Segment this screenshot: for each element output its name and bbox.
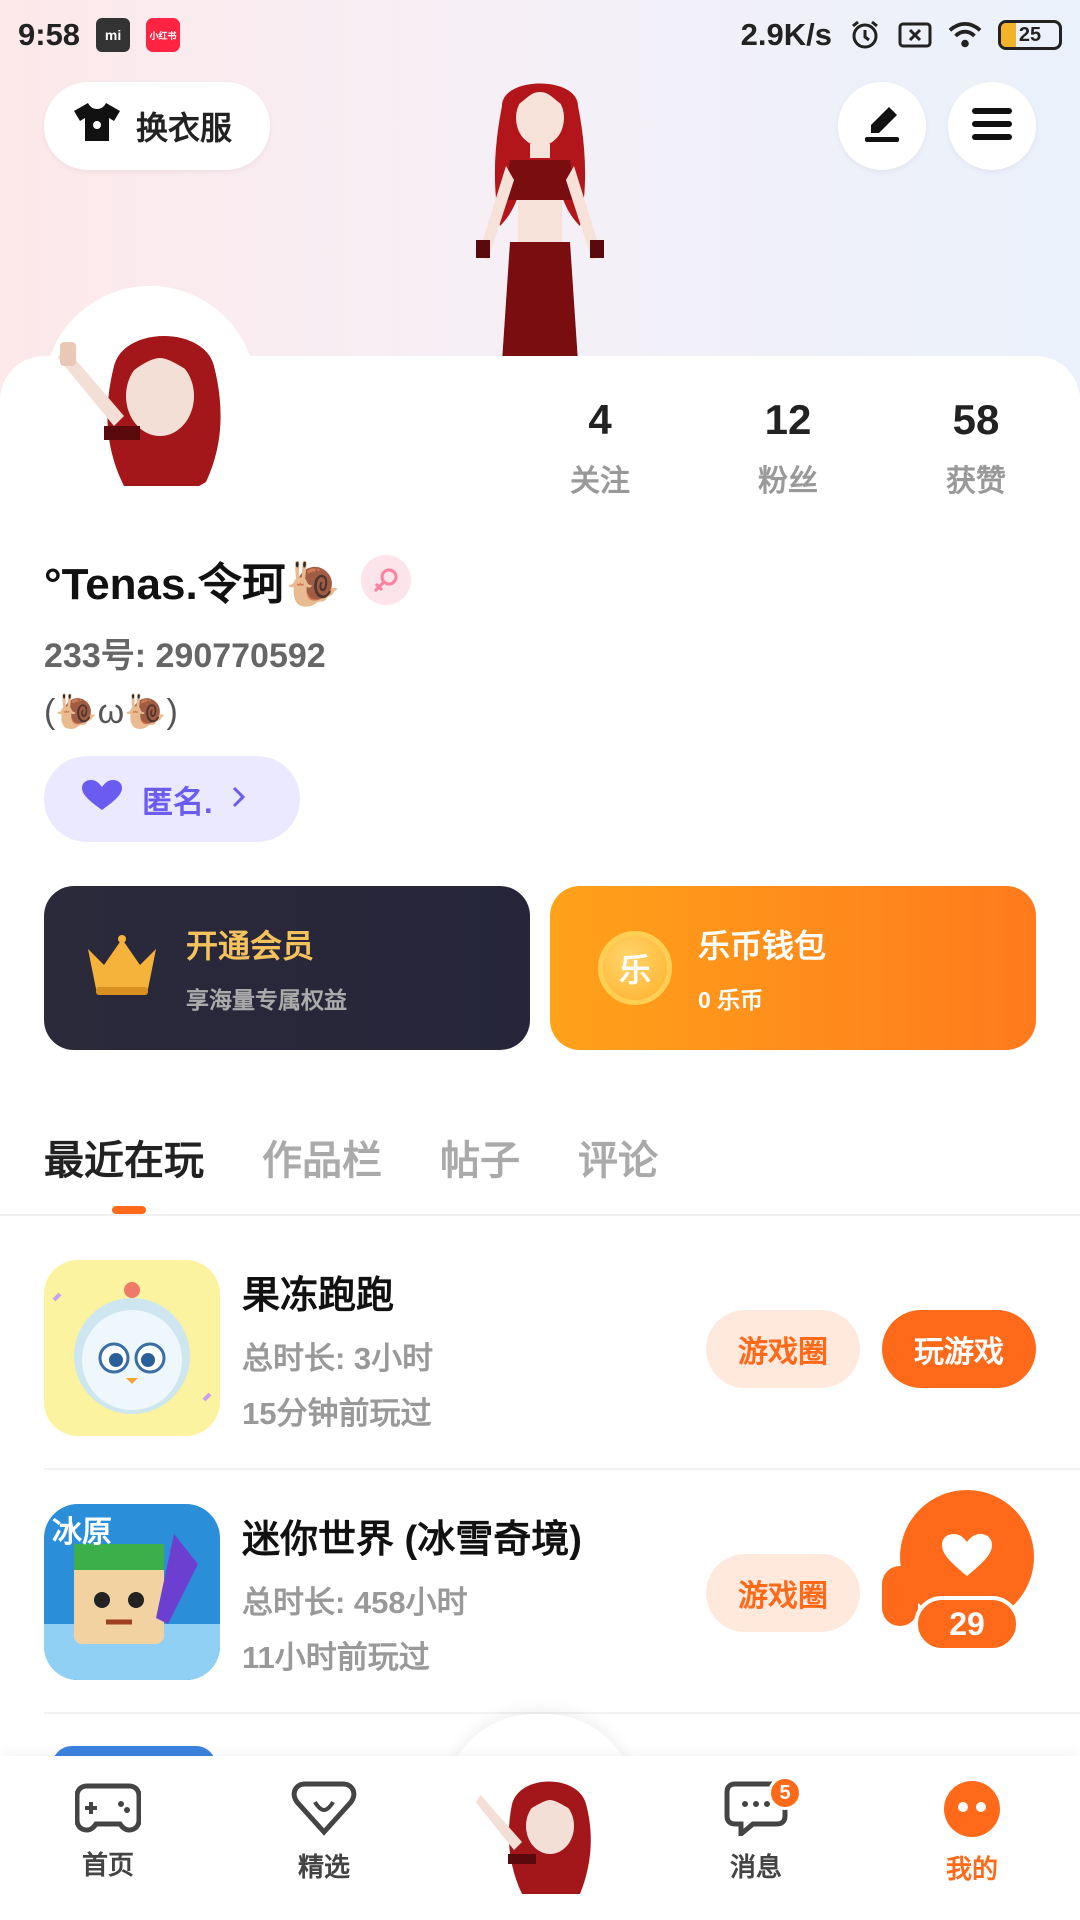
avatar-character[interactable] <box>440 66 640 362</box>
profile-tabs: 最近在玩 作品栏 帖子 评论 <box>44 1128 658 1186</box>
tshirt-icon <box>72 101 122 151</box>
signature: (🐌ω🐌) <box>44 693 178 731</box>
tab-works[interactable]: 作品栏 <box>262 1128 382 1186</box>
likes-stat[interactable]: 58 获赞 <box>896 396 1056 500</box>
heart-icon <box>80 778 124 820</box>
wallet-card[interactable]: 乐 乐币钱包 0 乐币 <box>550 886 1036 1050</box>
nav-me[interactable]: 我的 <box>912 1780 1032 1886</box>
followers-count: 12 <box>764 396 812 443</box>
active-tab-indicator <box>112 1206 146 1214</box>
vip-title: 开通会员 <box>186 928 315 964</box>
pen-icon <box>859 101 905 152</box>
row-divider <box>44 1712 1080 1714</box>
hamburger-icon <box>971 106 1013 147</box>
profile-name: °Tenas.令珂🐌 <box>44 560 341 609</box>
game-last-played: 15分钟前玩过 <box>242 1395 432 1431</box>
sim-off-icon <box>898 20 932 50</box>
xiaohongshu-app-icon: 小红书 <box>146 18 181 52</box>
chevron-right-icon <box>231 781 247 817</box>
nav-messages[interactable]: 5 消息 <box>696 1776 816 1884</box>
game-circle-button[interactable]: 游戏圈 <box>706 1310 860 1388</box>
following-label: 关注 <box>570 465 630 498</box>
following-stat[interactable]: 4 关注 <box>520 396 680 500</box>
play-game-button[interactable]: 玩游戏 <box>882 1310 1036 1388</box>
wallet-title: 乐币钱包 <box>698 928 827 964</box>
game-duration: 总时长: 458小时 <box>242 1584 468 1620</box>
tab-recent-played[interactable]: 最近在玩 <box>44 1128 204 1186</box>
vip-membership-card[interactable]: 开通会员 享海量专属权益 <box>44 886 530 1050</box>
mi-app-icon: mi <box>96 18 131 52</box>
user-id: 233号: 290770592 <box>44 637 326 675</box>
anonymous-tag-label: 匿名. <box>142 784 213 820</box>
nav-featured-label: 精选 <box>297 1852 350 1882</box>
wifi-icon <box>948 20 982 50</box>
game-title: 果冻跑跑 <box>242 1274 395 1317</box>
tab-comments[interactable]: 评论 <box>578 1128 658 1186</box>
followers-stat[interactable]: 12 粉丝 <box>708 396 868 500</box>
like-float-button[interactable]: 29 <box>882 1490 1038 1660</box>
profile-avatar[interactable] <box>44 286 256 498</box>
followers-label: 粉丝 <box>758 465 818 498</box>
edit-profile-button[interactable] <box>838 82 926 170</box>
message-badge: 5 <box>768 1776 802 1810</box>
nav-me-label: 我的 <box>945 1854 998 1884</box>
center-avatar-button[interactable] <box>468 1764 612 1906</box>
female-gender-icon <box>360 555 411 605</box>
status-time: 9:58 <box>18 17 81 52</box>
battery-indicator: 25 <box>998 20 1062 50</box>
game-icon-text: 冰原 <box>52 1515 112 1550</box>
row-divider <box>44 1468 1080 1470</box>
alarm-icon <box>848 20 882 50</box>
change-outfit-button[interactable]: 换衣服 <box>44 82 270 170</box>
game-last-played: 11小时前玩过 <box>242 1639 430 1675</box>
heart-chat-icon <box>291 1780 357 1841</box>
status-bar: 9:58 mi 小红书 2.9K/s 25 <box>0 0 1080 70</box>
nav-home-label: 首页 <box>81 1850 134 1880</box>
anonymous-tag-button[interactable]: 匿名. <box>44 756 300 842</box>
game-circle-button[interactable]: 游戏圈 <box>706 1554 860 1632</box>
following-count: 4 <box>588 396 612 443</box>
likes-count: 58 <box>952 396 1000 443</box>
me-face-icon <box>941 1780 1003 1843</box>
nav-messages-label: 消息 <box>729 1852 782 1882</box>
wallet-balance: 0 乐币 <box>698 987 764 1013</box>
heart-icon <box>940 1532 994 1583</box>
network-speed: 2.9K/s <box>740 17 832 52</box>
change-outfit-label: 换衣服 <box>136 110 233 146</box>
like-count: 29 <box>914 1596 1020 1652</box>
profile-name-row: °Tenas.令珂🐌 <box>44 548 411 612</box>
coin-icon: 乐 <box>598 931 672 1005</box>
tab-posts[interactable]: 帖子 <box>440 1128 520 1186</box>
gamepad-icon <box>74 1780 142 1839</box>
likes-label: 获赞 <box>946 465 1006 498</box>
menu-button[interactable] <box>948 82 1036 170</box>
nav-featured[interactable]: 精选 <box>264 1780 384 1884</box>
game-duration: 总时长: 3小时 <box>242 1340 434 1376</box>
nav-home[interactable]: 首页 <box>48 1780 168 1882</box>
crown-icon <box>84 934 160 1002</box>
profile-page: 9:58 mi 小红书 2.9K/s 25 换衣服 4 关注 12 粉丝 58 … <box>0 0 1080 1920</box>
game-title: 迷你世界 (冰雪奇境) <box>242 1518 582 1561</box>
jelly-run-game-icon <box>44 1260 220 1436</box>
mini-world-game-icon: 冰原 <box>44 1504 220 1680</box>
tab-divider <box>0 1214 1080 1216</box>
vip-subtitle: 享海量专属权益 <box>186 987 347 1013</box>
